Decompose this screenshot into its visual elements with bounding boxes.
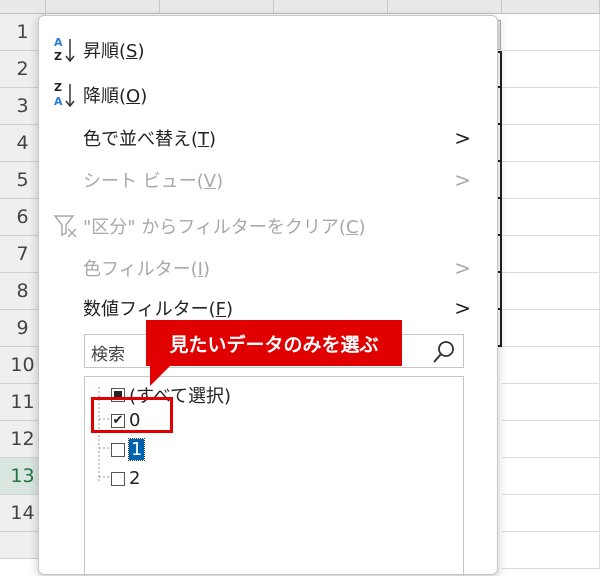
column-header-a[interactable] (46, 0, 160, 14)
column-header-corner[interactable] (0, 0, 46, 14)
column-header-d[interactable] (388, 0, 502, 14)
grid-cell[interactable] (502, 310, 600, 347)
filter-value-label-focused: 1 (127, 438, 146, 461)
clear-filter-icon (53, 213, 79, 244)
grid-cell[interactable] (502, 458, 600, 495)
chevron-right-icon: > (454, 296, 471, 320)
sort-descending-item[interactable]: Z A 降順(O) (39, 76, 497, 114)
color-filter-item[interactable]: 色フィルター(I) > (39, 249, 497, 287)
grid-cell[interactable] (502, 347, 600, 384)
sort-icon-top-letter: Z (54, 81, 62, 94)
highlight-box (91, 397, 173, 433)
column-header-b[interactable] (160, 0, 274, 14)
search-icon[interactable] (431, 339, 457, 370)
sort-icon-bottom-letter: A (54, 95, 63, 108)
grid-cell[interactable] (502, 88, 600, 125)
chevron-right-icon: > (454, 256, 471, 280)
grid-cell[interactable] (502, 14, 600, 51)
color-filter-label: 色フィルター(I) (83, 259, 211, 280)
sort-ascending-label: 昇順(S) (83, 41, 145, 62)
sort-by-color-item[interactable]: 色で並べ替え(T) > (39, 119, 497, 157)
grid-cell[interactable] (502, 495, 600, 532)
grid-cell[interactable] (502, 384, 600, 421)
sort-ascending-item[interactable]: A Z 昇順(S) (39, 31, 497, 69)
clear-filter-label: "区分" からフィルターをクリア(C) (83, 217, 366, 238)
grid-cell[interactable] (502, 162, 600, 199)
filter-value-item[interactable]: 1 (111, 438, 146, 461)
grid-cell[interactable] (502, 236, 600, 273)
grid-cell[interactable] (502, 51, 600, 88)
column-header-e[interactable] (502, 0, 600, 14)
sheet-view-item[interactable]: シート ビュー(V) > (39, 161, 497, 199)
search-placeholder: 検索 (91, 345, 125, 365)
grid-cell[interactable] (502, 421, 600, 458)
sort-by-color-label: 色で並べ替え(T) (83, 129, 217, 150)
grid-cell[interactable] (502, 199, 600, 236)
grid-cell[interactable] (502, 273, 600, 310)
sort-icon-top-letter: A (54, 36, 63, 49)
callout-label: 見たいデータのみを選ぶ (146, 320, 402, 366)
sort-descending-icon: Z A (53, 80, 75, 110)
checkbox-unchecked[interactable] (111, 442, 125, 457)
sort-descending-label: 降順(O) (83, 86, 148, 107)
filter-value-label: 2 (129, 468, 141, 489)
number-filter-label: 数値フィルター(F) (83, 299, 234, 320)
sort-ascending-icon: A Z (53, 35, 75, 65)
sort-icon-bottom-letter: Z (54, 50, 62, 63)
checkbox-unchecked[interactable] (111, 471, 125, 486)
clear-filter-item[interactable]: "区分" からフィルターをクリア(C) (39, 207, 497, 245)
filter-value-item[interactable]: 2 (111, 468, 140, 489)
grid-cell[interactable] (502, 532, 600, 569)
chevron-right-icon: > (454, 168, 471, 192)
chevron-right-icon: > (454, 126, 471, 150)
grid-cell[interactable] (502, 125, 600, 162)
callout-pointer (150, 366, 170, 386)
sheet-view-label: シート ビュー(V) (83, 171, 224, 192)
column-header-c[interactable] (274, 0, 388, 14)
